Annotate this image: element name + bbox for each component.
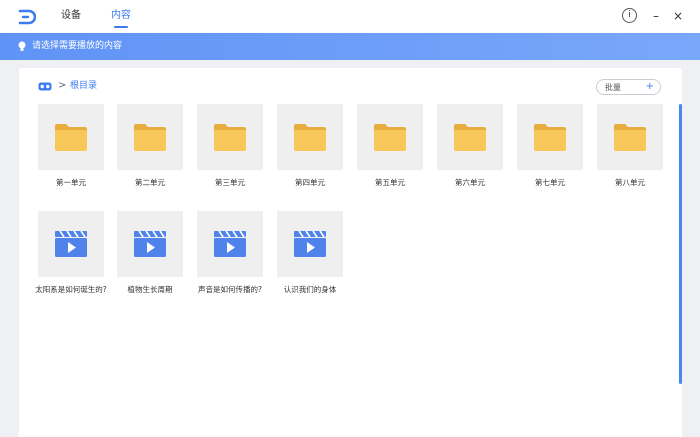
folder-label: 第六单元: [455, 178, 485, 187]
folder-icon: [55, 124, 87, 151]
video-item[interactable]: 声音是如何传播的?: [197, 211, 263, 295]
app-logo-icon: [18, 9, 36, 25]
info-icon[interactable]: i: [622, 8, 637, 23]
batch-button-label: 批量: [605, 83, 621, 92]
video-item[interactable]: 认识我们的身体: [277, 211, 343, 295]
video-label: 声音是如何传播的?: [198, 285, 262, 294]
video-tile[interactable]: [117, 211, 183, 277]
folder-label: 第七单元: [535, 178, 565, 187]
folder-icon: [374, 124, 406, 151]
folder-tile[interactable]: [597, 104, 663, 170]
folder-icon: [214, 124, 246, 151]
folder-item[interactable]: 第五单元: [357, 104, 423, 188]
vr-headset-icon[interactable]: [38, 81, 52, 92]
folder-tile[interactable]: [197, 104, 263, 170]
video-tile[interactable]: [38, 211, 104, 277]
video-tile[interactable]: [277, 211, 343, 277]
folder-icon: [294, 124, 326, 151]
folder-tile[interactable]: [38, 104, 104, 170]
folder-item[interactable]: 第四单元: [277, 104, 343, 188]
video-tile[interactable]: [197, 211, 263, 277]
breadcrumb-separator: >: [58, 80, 67, 91]
video-label: 植物生长周期: [127, 285, 173, 294]
folder-item[interactable]: 第一单元: [38, 104, 104, 188]
video-item[interactable]: 太阳系是如何诞生的?: [35, 211, 107, 295]
video-clapper-icon: [55, 230, 87, 257]
video-item[interactable]: 植物生长周期: [117, 211, 183, 295]
folder-tile[interactable]: [117, 104, 183, 170]
folder-label: 第四单元: [295, 178, 325, 187]
tab-devices[interactable]: 设备: [61, 9, 81, 29]
app-window: 设备 内容 i – × 请选择需要播放的内容 > 根目录 批量 + 第一单元 第…: [0, 0, 700, 437]
folder-icon: [614, 124, 646, 151]
top-bar: 设备 内容 i – ×: [0, 0, 700, 33]
video-label: 认识我们的身体: [283, 285, 337, 294]
folder-tile[interactable]: [277, 104, 343, 170]
tab-content[interactable]: 内容: [111, 9, 131, 29]
folder-label: 第一单元: [56, 178, 86, 187]
video-clapper-icon: [134, 230, 166, 257]
folder-icon: [534, 124, 566, 151]
folder-label: 第五单元: [375, 178, 405, 187]
folder-tile[interactable]: [517, 104, 583, 170]
scrollbar[interactable]: [679, 104, 682, 384]
folder-item[interactable]: 第八单元: [597, 104, 663, 188]
breadcrumb-root[interactable]: 根目录: [70, 80, 97, 93]
folder-item[interactable]: 第七单元: [517, 104, 583, 188]
close-button[interactable]: ×: [671, 8, 685, 24]
folder-tile[interactable]: [437, 104, 503, 170]
folder-item[interactable]: 第三单元: [197, 104, 263, 188]
bulb-icon: [18, 41, 26, 51]
hint-banner: 请选择需要播放的内容: [0, 33, 700, 60]
folder-item[interactable]: 第六单元: [437, 104, 503, 188]
folder-tile[interactable]: [357, 104, 423, 170]
folder-label: 第三单元: [215, 178, 245, 187]
folder-icon: [454, 124, 486, 151]
folder-item[interactable]: 第二单元: [117, 104, 183, 188]
banner-text: 请选择需要播放的内容: [32, 41, 123, 51]
minimize-button[interactable]: –: [649, 8, 663, 24]
folder-label: 第八单元: [615, 178, 645, 187]
batch-button[interactable]: 批量 +: [596, 79, 661, 95]
add-icon[interactable]: +: [646, 80, 654, 94]
video-clapper-icon: [214, 230, 246, 257]
content-panel: > 根目录 批量 + 第一单元 第二单元 第三单元 第四单元 第五单元 第六单元…: [19, 68, 682, 437]
video-label: 太阳系是如何诞生的?: [35, 285, 107, 294]
video-clapper-icon: [294, 230, 326, 257]
folder-label: 第二单元: [135, 178, 165, 187]
folder-icon: [134, 124, 166, 151]
